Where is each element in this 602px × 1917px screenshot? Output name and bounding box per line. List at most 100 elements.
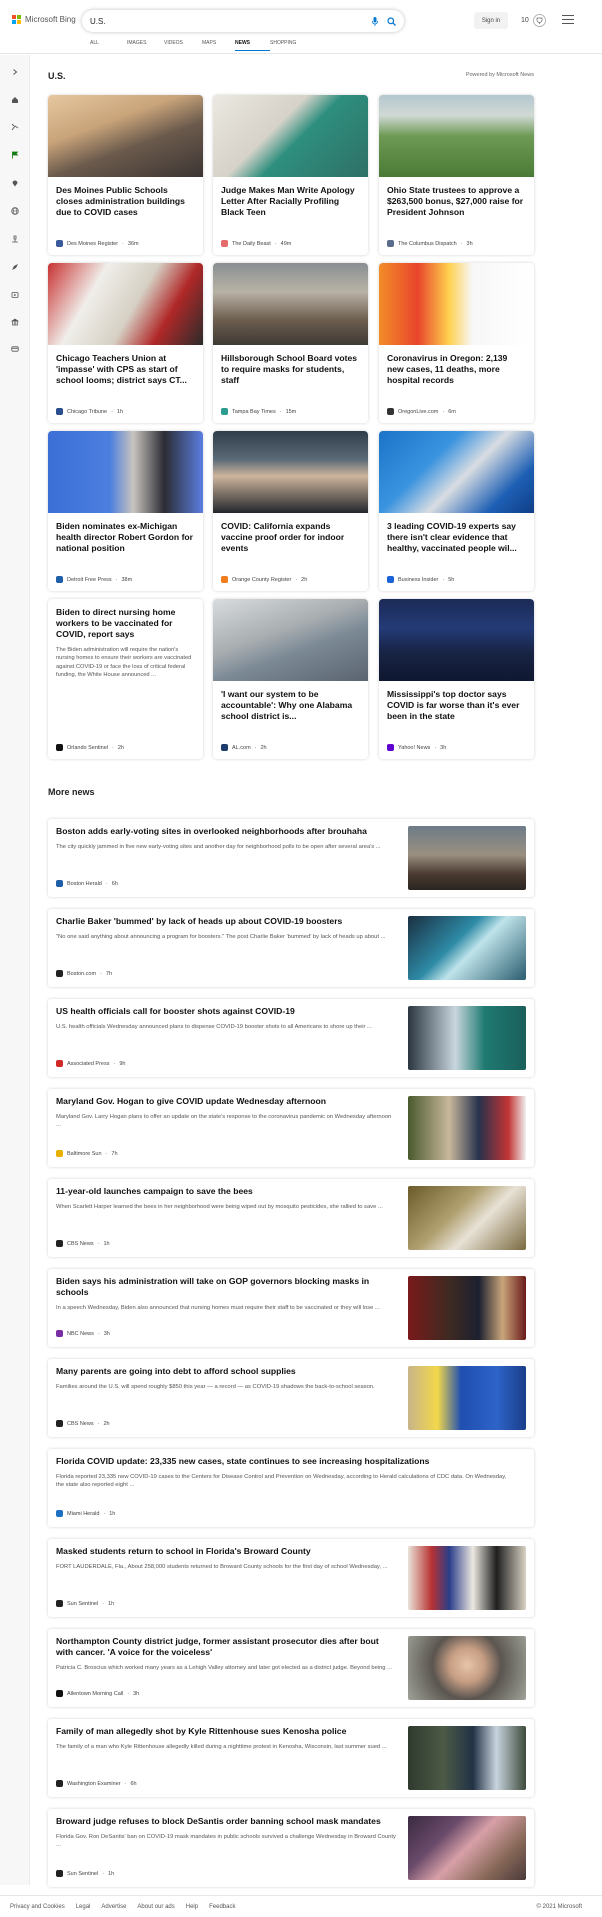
source-logo-icon bbox=[56, 1240, 63, 1247]
tab-shopping[interactable]: SHOPPING bbox=[270, 40, 310, 51]
item-title[interactable]: Charlie Baker 'bummed' by lack of heads … bbox=[56, 916, 386, 927]
card-title[interactable]: Des Moines Public Schools closes adminis… bbox=[48, 177, 203, 229]
item-thumbnail bbox=[408, 826, 526, 890]
entertainment-icon[interactable] bbox=[10, 290, 20, 300]
tab-videos[interactable]: VIDEOS bbox=[164, 40, 202, 51]
source-logo-icon bbox=[56, 1420, 63, 1427]
item-title[interactable]: 11-year-old launches campaign to save th… bbox=[56, 1186, 386, 1197]
bing-logo[interactable]: Microsoft Bing bbox=[12, 15, 76, 24]
footer-link-legal[interactable]: Legal bbox=[76, 1904, 91, 1910]
news-card[interactable]: Coronavirus in Oregon: 2,139 new cases, … bbox=[379, 263, 534, 423]
card-title[interactable]: Hillsborough School Board votes to requi… bbox=[213, 345, 368, 397]
location-pin-icon[interactable] bbox=[10, 178, 20, 188]
news-card[interactable]: Hillsborough School Board votes to requi… bbox=[213, 263, 368, 423]
news-card[interactable]: Mississippi's top doctor says COVID is f… bbox=[379, 599, 534, 759]
item-title[interactable]: Maryland Gov. Hogan to give COVID update… bbox=[56, 1096, 386, 1107]
news-card[interactable]: Des Moines Public Schools closes adminis… bbox=[48, 95, 203, 255]
powered-by[interactable]: Powered by Microsoft News bbox=[466, 72, 534, 78]
news-card[interactable]: Biden nominates ex-Michigan health direc… bbox=[48, 431, 203, 591]
news-card[interactable]: Biden to direct nursing home workers to … bbox=[48, 599, 203, 759]
more-news-item[interactable]: Biden says his administration will take … bbox=[48, 1269, 534, 1347]
footer-link-feedback[interactable]: Feedback bbox=[209, 1904, 235, 1910]
more-news-item[interactable]: 11-year-old launches campaign to save th… bbox=[48, 1179, 534, 1257]
bank-icon[interactable] bbox=[10, 317, 20, 327]
item-title[interactable]: Northampton County district judge, forme… bbox=[56, 1636, 386, 1658]
news-card[interactable]: COVID: California expands vaccine proof … bbox=[213, 431, 368, 591]
item-thumbnail bbox=[408, 1636, 526, 1700]
item-title[interactable]: Biden says his administration will take … bbox=[56, 1276, 386, 1298]
footer-link-privacy[interactable]: Privacy and Cookies bbox=[10, 1904, 65, 1910]
card-title[interactable]: COVID: California expands vaccine proof … bbox=[213, 513, 368, 565]
card-title[interactable]: Mississippi's top doctor says COVID is f… bbox=[379, 681, 534, 733]
tab-all[interactable]: ALL bbox=[90, 40, 127, 51]
sign-in-button[interactable]: Sign in bbox=[474, 12, 508, 29]
footer-link-about-ads[interactable]: About our ads bbox=[137, 1904, 174, 1910]
item-title[interactable]: Florida COVID update: 23,335 new cases, … bbox=[56, 1456, 516, 1467]
news-card[interactable]: 3 leading COVID-19 experts say there isn… bbox=[379, 431, 534, 591]
globe-icon[interactable] bbox=[10, 206, 20, 216]
search-input[interactable] bbox=[90, 16, 364, 26]
home-icon[interactable] bbox=[10, 95, 20, 105]
more-news-item[interactable]: Many parents are going into debt to affo… bbox=[48, 1359, 534, 1437]
card-title[interactable]: Biden nominates ex-Michigan health direc… bbox=[48, 513, 203, 565]
more-news-item[interactable]: US health officials call for booster sho… bbox=[48, 999, 534, 1077]
item-title[interactable]: Many parents are going into debt to affo… bbox=[56, 1366, 386, 1377]
card-title[interactable]: Chicago Teachers Union at 'impasse' with… bbox=[48, 345, 203, 397]
source-logo-icon bbox=[387, 576, 394, 583]
card-title[interactable]: 3 leading COVID-19 experts say there isn… bbox=[379, 513, 534, 565]
item-thumbnail bbox=[408, 1366, 526, 1430]
rewards-button[interactable]: 10 bbox=[521, 14, 546, 27]
item-description: Patricia C. Broscius which worked many y… bbox=[56, 1665, 392, 1671]
search-icon[interactable] bbox=[386, 16, 396, 26]
card-title[interactable]: Judge Makes Man Write Apology Letter Aft… bbox=[213, 177, 368, 229]
tab-news[interactable]: NEWS bbox=[235, 40, 270, 51]
source-logo-icon bbox=[56, 576, 63, 583]
menu-icon[interactable] bbox=[562, 15, 574, 24]
news-card[interactable]: Ohio State trustees to approve a $263,50… bbox=[379, 95, 534, 255]
more-news-item[interactable]: Maryland Gov. Hogan to give COVID update… bbox=[48, 1089, 534, 1167]
card-title[interactable]: 'I want our system to be accountable': W… bbox=[213, 681, 368, 733]
source-logo-icon bbox=[56, 1690, 63, 1697]
expand-chevron-icon[interactable] bbox=[10, 67, 20, 77]
footer-link-help[interactable]: Help bbox=[186, 1904, 198, 1910]
source-logo-icon bbox=[56, 1780, 63, 1787]
more-news-item[interactable]: Charlie Baker 'bummed' by lack of heads … bbox=[48, 909, 534, 987]
more-news-item[interactable]: Northampton County district judge, forme… bbox=[48, 1629, 534, 1707]
footer-link-advertise[interactable]: Advertise bbox=[101, 1904, 126, 1910]
more-news-item[interactable]: Boston adds early-voting sites in overlo… bbox=[48, 819, 534, 897]
item-title[interactable]: Family of man allegedly shot by Kyle Rit… bbox=[56, 1726, 386, 1737]
card-title[interactable]: Coronavirus in Oregon: 2,139 new cases, … bbox=[379, 345, 534, 397]
card-title[interactable]: Biden to direct nursing home workers to … bbox=[48, 599, 203, 640]
card-title[interactable]: Ohio State trustees to approve a $263,50… bbox=[379, 177, 534, 229]
search-box[interactable] bbox=[82, 10, 404, 32]
item-thumbnail bbox=[408, 1816, 526, 1880]
more-news-item[interactable]: Florida COVID update: 23,335 new cases, … bbox=[48, 1449, 534, 1527]
more-news-item[interactable]: Family of man allegedly shot by Kyle Rit… bbox=[48, 1719, 534, 1797]
card-source: Business Insider · 5h bbox=[387, 576, 454, 583]
more-news-item[interactable]: Broward judge refuses to block DeSantis … bbox=[48, 1809, 534, 1887]
source-logo-icon bbox=[387, 744, 394, 751]
microphone-icon[interactable] bbox=[370, 16, 380, 26]
more-news-item[interactable]: Masked students return to school in Flor… bbox=[48, 1539, 534, 1617]
item-title[interactable]: Boston adds early-voting sites in overlo… bbox=[56, 826, 386, 837]
news-card[interactable]: Chicago Teachers Union at 'impasse' with… bbox=[48, 263, 203, 423]
news-card[interactable]: Judge Makes Man Write Apology Letter Aft… bbox=[213, 95, 368, 255]
card-icon[interactable] bbox=[10, 344, 20, 354]
tab-images[interactable]: IMAGES bbox=[127, 40, 164, 51]
card-image bbox=[213, 95, 368, 177]
source-logo-icon bbox=[56, 880, 63, 887]
rocket-icon[interactable] bbox=[10, 262, 20, 272]
microscope-icon[interactable] bbox=[10, 234, 20, 244]
source-logo-icon bbox=[56, 1060, 63, 1067]
item-title[interactable]: Broward judge refuses to block DeSantis … bbox=[56, 1816, 386, 1827]
item-thumbnail bbox=[408, 916, 526, 980]
flag-icon[interactable] bbox=[10, 150, 20, 160]
news-card[interactable]: 'I want our system to be accountable': W… bbox=[213, 599, 368, 759]
item-title[interactable]: Masked students return to school in Flor… bbox=[56, 1546, 386, 1557]
copyright: © 2021 Microsoft bbox=[536, 1904, 582, 1910]
source-logo-icon bbox=[56, 744, 63, 751]
tab-maps[interactable]: MAPS bbox=[202, 40, 235, 51]
item-thumbnail bbox=[408, 1726, 526, 1790]
item-title[interactable]: US health officials call for booster sho… bbox=[56, 1006, 386, 1017]
trending-icon[interactable] bbox=[10, 122, 20, 132]
